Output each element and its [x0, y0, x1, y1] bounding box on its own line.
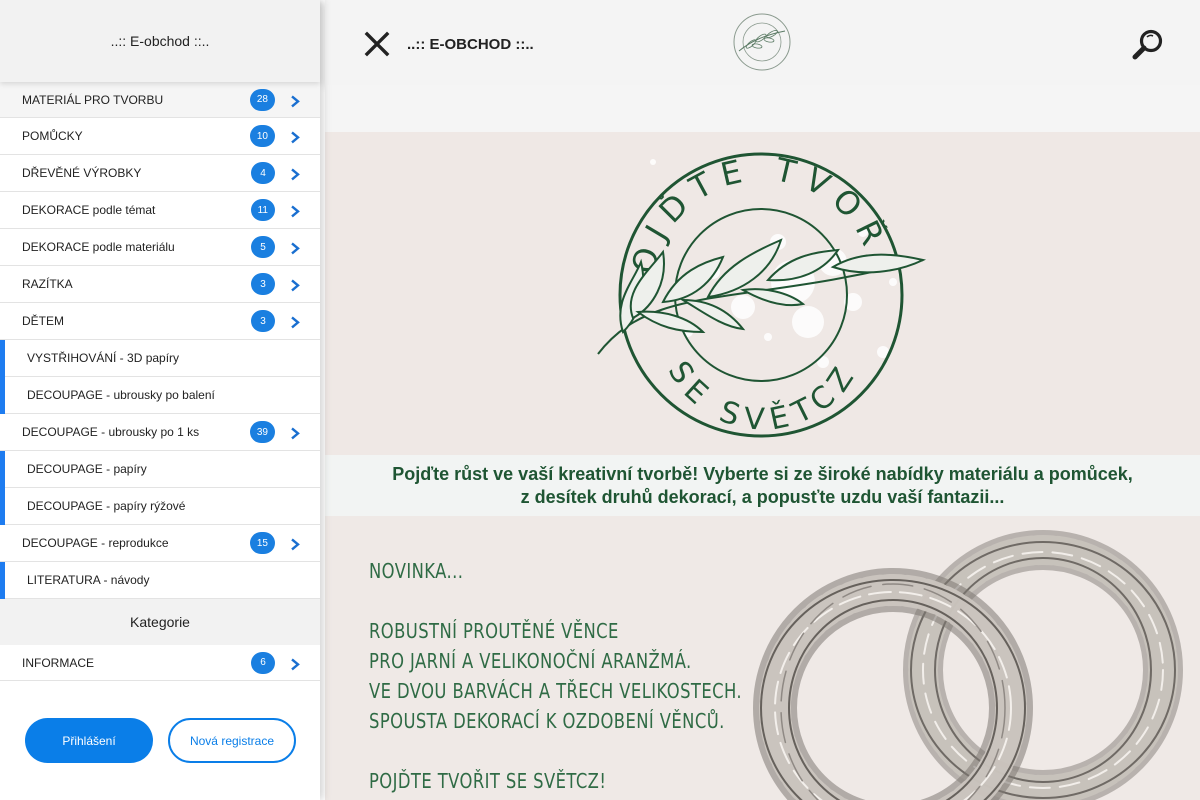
menu-item-papiry[interactable]: DECOUPAGE - papíry: [0, 451, 320, 488]
slogan-line-2: z desítek druhů dekorací, a popusťte uzd…: [520, 487, 1005, 507]
sidebar: ..:: E-obchod ::.. MATERIÁL PRO TVORBU 2…: [0, 0, 320, 800]
sidebar-header: ..:: E-obchod ::..: [0, 0, 320, 82]
promo-line: VE DVOU BARVÁCH A TŘECH VELIKOSTECH.: [369, 679, 743, 703]
menu-item-dekorace-materialu[interactable]: DEKORACE podle materiálu 5: [0, 229, 320, 266]
menu-item-label: DECOUPAGE - ubrousky po balení: [27, 388, 215, 402]
menu-item-informace[interactable]: INFORMACE 6: [0, 645, 320, 681]
menu-item-razitka[interactable]: RAZÍTKA 3: [0, 266, 320, 303]
sidebar-title: ..:: E-obchod ::..: [110, 33, 210, 49]
menu-item-label: DECOUPAGE - reprodukce: [22, 536, 169, 550]
brand-emblem: POJĎTE TVOŘIT SE SVĚTCZ: [593, 132, 927, 438]
menu-item-literatura[interactable]: LITERATURA - návody: [0, 562, 320, 599]
count-badge: 5: [251, 236, 275, 258]
hero-banner: POJĎTE TVOŘIT SE SVĚTCZ: [325, 132, 1200, 455]
slogan-line-1: Pojďte růst ve vaší kreativní tvorbě! Vy…: [392, 464, 1133, 484]
count-badge: 4: [251, 162, 275, 184]
menu-item-papiry-ryzove[interactable]: DECOUPAGE - papíry rýžové: [0, 488, 320, 525]
count-badge: 15: [249, 532, 275, 554]
chevron-right-icon[interactable]: [289, 278, 301, 292]
spacer-band: [325, 85, 1200, 132]
category-heading: Kategorie: [0, 599, 320, 645]
count-badge: 3: [251, 310, 275, 332]
shop-title: ..:: E-OBCHOD ::..: [407, 36, 534, 53]
search-icon[interactable]: [1131, 28, 1165, 62]
menu-item-label: MATERIÁL PRO TVORBU: [22, 92, 164, 107]
promo-text: NOVINKA... ROBUSTNÍ PROUTĚNÉ VĚNCE PRO J…: [369, 556, 742, 796]
category-heading-label: Kategorie: [130, 614, 190, 630]
wicker-wreath-image: [753, 530, 1183, 800]
promo-line: PRO JARNÍ A VELIKONOČNÍ ARANŽMÁ.: [369, 649, 692, 673]
top-bar: ..:: E-OBCHOD ::..: [325, 0, 1200, 85]
menu-item-ubrousky-1ks[interactable]: DECOUPAGE - ubrousky po 1 ks 39: [0, 414, 320, 451]
chevron-right-icon[interactable]: [289, 94, 301, 108]
menu-item-label: POMŮCKY: [22, 129, 83, 143]
menu-item-label: DEKORACE podle materiálu: [22, 240, 175, 254]
close-icon[interactable]: [363, 30, 391, 58]
count-badge: 39: [249, 421, 275, 443]
count-badge: 6: [251, 651, 275, 674]
emblem-bottom-text: SE SVĚTCZ: [661, 355, 858, 438]
chevron-right-icon[interactable]: [289, 426, 301, 440]
count-badge: 28: [249, 88, 275, 111]
promo-line: [369, 586, 742, 616]
chevron-right-icon[interactable]: [289, 241, 301, 255]
auth-panel: Přihlášení Nová registrace: [0, 682, 320, 800]
menu-item-label: DECOUPAGE - ubrousky po 1 ks: [22, 425, 200, 439]
menu-item-ubrousky-baleni[interactable]: DECOUPAGE - ubrousky po balení: [0, 377, 320, 414]
menu-item-dekorace-temat[interactable]: DEKORACE podle témat 11: [0, 192, 320, 229]
chevron-right-icon[interactable]: [289, 315, 301, 329]
menu-item-reprodukce[interactable]: DECOUPAGE - reprodukce 15: [0, 525, 320, 562]
promo-line: ROBUSTNÍ PROUTĚNÉ VĚNCE: [369, 619, 619, 643]
menu-item-label: VYSTŘIHOVÁNÍ - 3D papíry: [27, 351, 180, 365]
menu-item-vystrihovani[interactable]: VYSTŘIHOVÁNÍ - 3D papíry: [0, 340, 320, 377]
promo-line: NOVINKA...: [369, 559, 464, 583]
menu-item-label: DECOUPAGE - papíry rýžové: [27, 499, 186, 513]
chevron-right-icon[interactable]: [289, 537, 301, 551]
promo-line: POJĎTE TVOŘIT SE SVĚTCZ!: [369, 769, 607, 793]
promo-line: SPOUSTA DEKORACÍ K OZDOBENÍ VĚNCŮ.: [369, 709, 725, 733]
chevron-right-icon[interactable]: [289, 130, 301, 144]
count-badge: 11: [250, 199, 275, 221]
chevron-right-icon[interactable]: [289, 204, 301, 218]
login-button[interactable]: Přihlášení: [25, 718, 153, 763]
register-button[interactable]: Nová registrace: [168, 718, 296, 763]
chevron-right-icon[interactable]: [289, 167, 301, 181]
menu-item-pomucky[interactable]: POMŮCKY 10: [0, 118, 320, 155]
menu-item-detem[interactable]: DĚTEM 3: [0, 303, 320, 340]
svg-text:SE SVĚTCZ: SE SVĚTCZ: [661, 355, 866, 438]
menu-item-material[interactable]: MATERIÁL PRO TVORBU 28: [0, 82, 320, 118]
menu-item-label: DEKORACE podle témat: [22, 203, 156, 217]
category-menu: MATERIÁL PRO TVORBU 28 POMŮCKY 10 DŘEVĚN…: [0, 82, 320, 599]
menu-item-drevene-vyrobky[interactable]: DŘEVĚNÉ VÝROBKY 4: [0, 155, 320, 192]
promo-banner[interactable]: NOVINKA... ROBUSTNÍ PROUTĚNÉ VĚNCE PRO J…: [325, 516, 1200, 800]
menu-item-label: LITERATURA - návody: [27, 573, 150, 587]
menu-item-label: INFORMACE: [22, 655, 94, 670]
count-badge: 3: [251, 273, 275, 295]
count-badge: 10: [249, 125, 275, 147]
menu-item-label: DECOUPAGE - papíry: [27, 462, 147, 476]
menu-item-label: RAZÍTKA: [22, 277, 73, 291]
slogan-banner: Pojďte růst ve vaší kreativní tvorbě! Vy…: [325, 455, 1200, 516]
menu-item-label: DŘEVĚNÉ VÝROBKY: [22, 166, 142, 180]
main-content: ..:: E-OBCHOD ::.. OJĎTE TVOŘ SE SVĚTCZ …: [325, 0, 1200, 800]
site-logo[interactable]: [729, 11, 795, 73]
chevron-right-icon[interactable]: [289, 657, 301, 671]
menu-item-label: DĚTEM: [22, 314, 64, 328]
promo-line: [369, 736, 742, 766]
